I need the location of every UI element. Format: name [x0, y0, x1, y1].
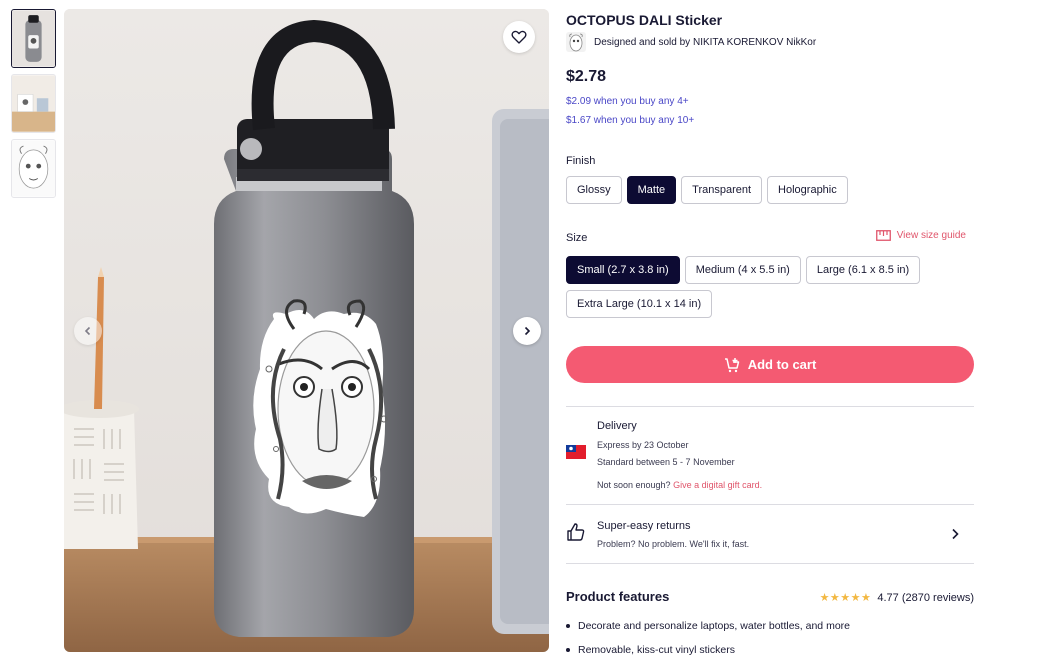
taiwan-flag-icon	[566, 445, 586, 459]
list-item: Removable, kiss-cut vinyl stickers	[566, 644, 850, 656]
chevron-right-icon	[524, 326, 531, 336]
thumbs-up-icon	[567, 523, 585, 541]
next-image-button[interactable]	[513, 317, 541, 345]
bullet-icon	[566, 624, 570, 628]
finish-option-glossy[interactable]: Glossy	[566, 176, 622, 204]
finish-option-matte[interactable]: Matte	[626, 176, 677, 204]
review-count: (2870 reviews)	[901, 591, 974, 604]
gift-card-link[interactable]: Give a digital gift card.	[673, 480, 762, 490]
feature-text: Decorate and personalize laptops, water …	[578, 620, 850, 632]
rating-summary[interactable]: ★★★★★ 4.77 (2870 reviews)	[819, 591, 974, 605]
feature-text: Removable, kiss-cut vinyl stickers	[578, 644, 735, 656]
artist-avatar[interactable]	[566, 32, 586, 52]
size-label: Size	[566, 232, 588, 244]
price: $2.78	[566, 68, 607, 85]
bulk-price-10: $1.67 when you buy any 10+	[566, 115, 695, 126]
delivery-express: Express by 23 October	[597, 440, 689, 450]
bullet-icon	[566, 648, 570, 652]
features-list: Decorate and personalize laptops, water …	[566, 620, 850, 656]
product-main-image	[64, 9, 549, 652]
size-option-small[interactable]: Small (2.7 x 3.8 in)	[566, 256, 680, 284]
not-soon-text: Not soon enough?	[597, 480, 671, 490]
cart-add-icon	[724, 357, 739, 372]
returns-row[interactable]: Super-easy returns Problem? No problem. …	[566, 514, 974, 554]
finish-options: Glossy Matte Transparent Holographic	[566, 176, 848, 204]
divider	[566, 406, 974, 407]
heart-icon	[511, 30, 527, 44]
divider	[566, 504, 974, 505]
chevron-right-icon	[952, 528, 959, 540]
features-title: Product features	[566, 589, 670, 604]
list-item: Decorate and personalize laptops, water …	[566, 620, 850, 644]
previous-image-button[interactable]	[74, 317, 102, 345]
size-guide-link[interactable]: View size guide	[875, 230, 966, 241]
returns-subtitle: Problem? No problem. We'll fix it, fast.	[597, 539, 750, 549]
product-scene-image	[64, 9, 549, 652]
designed-by-label: Designed and sold by	[594, 36, 691, 48]
finish-option-transparent[interactable]: Transparent	[681, 176, 763, 204]
thumbnail-desk-scene[interactable]	[11, 74, 56, 133]
star-rating-icon: ★★★★★	[819, 592, 872, 604]
delivery-not-soon: Not soon enough? Give a digital gift car…	[597, 480, 762, 490]
size-option-extra-large[interactable]: Extra Large (10.1 x 14 in)	[566, 290, 713, 318]
finish-option-holographic[interactable]: Holographic	[767, 176, 848, 204]
add-to-cart-button[interactable]: Add to cart	[566, 346, 974, 383]
thumbnail-list	[11, 9, 56, 204]
size-guide-label: View size guide	[896, 230, 966, 241]
artist-line: Designed and sold by NIKITA KORENKOV Nik…	[566, 32, 816, 52]
size-options-row-2: Extra Large (10.1 x 14 in)	[566, 290, 713, 318]
size-options-row-1: Small (2.7 x 3.8 in) Medium (4 x 5.5 in)…	[566, 256, 921, 284]
thumbnail-sticker-art[interactable]	[11, 139, 56, 198]
divider	[566, 563, 974, 564]
product-title: OCTOPUS DALI Sticker	[566, 12, 723, 28]
bulk-price-4: $2.09 when you buy any 4+	[566, 96, 689, 107]
thumbnail-bottle[interactable]	[11, 9, 56, 68]
finish-label: Finish	[566, 155, 596, 167]
chevron-left-icon	[84, 326, 91, 336]
returns-title: Super-easy returns	[597, 520, 691, 532]
size-option-large[interactable]: Large (6.1 x 8.5 in)	[805, 256, 921, 284]
rating-value: 4.77	[877, 591, 899, 604]
artist-link[interactable]: NIKITA KORENKOV NikKor	[693, 37, 816, 48]
add-to-cart-label: Add to cart	[747, 357, 817, 372]
favorite-button[interactable]	[503, 21, 535, 53]
ruler-icon	[875, 230, 891, 241]
delivery-title: Delivery	[597, 420, 637, 432]
size-option-medium[interactable]: Medium (4 x 5.5 in)	[684, 256, 801, 284]
delivery-standard: Standard between 5 - 7 November	[597, 457, 735, 467]
